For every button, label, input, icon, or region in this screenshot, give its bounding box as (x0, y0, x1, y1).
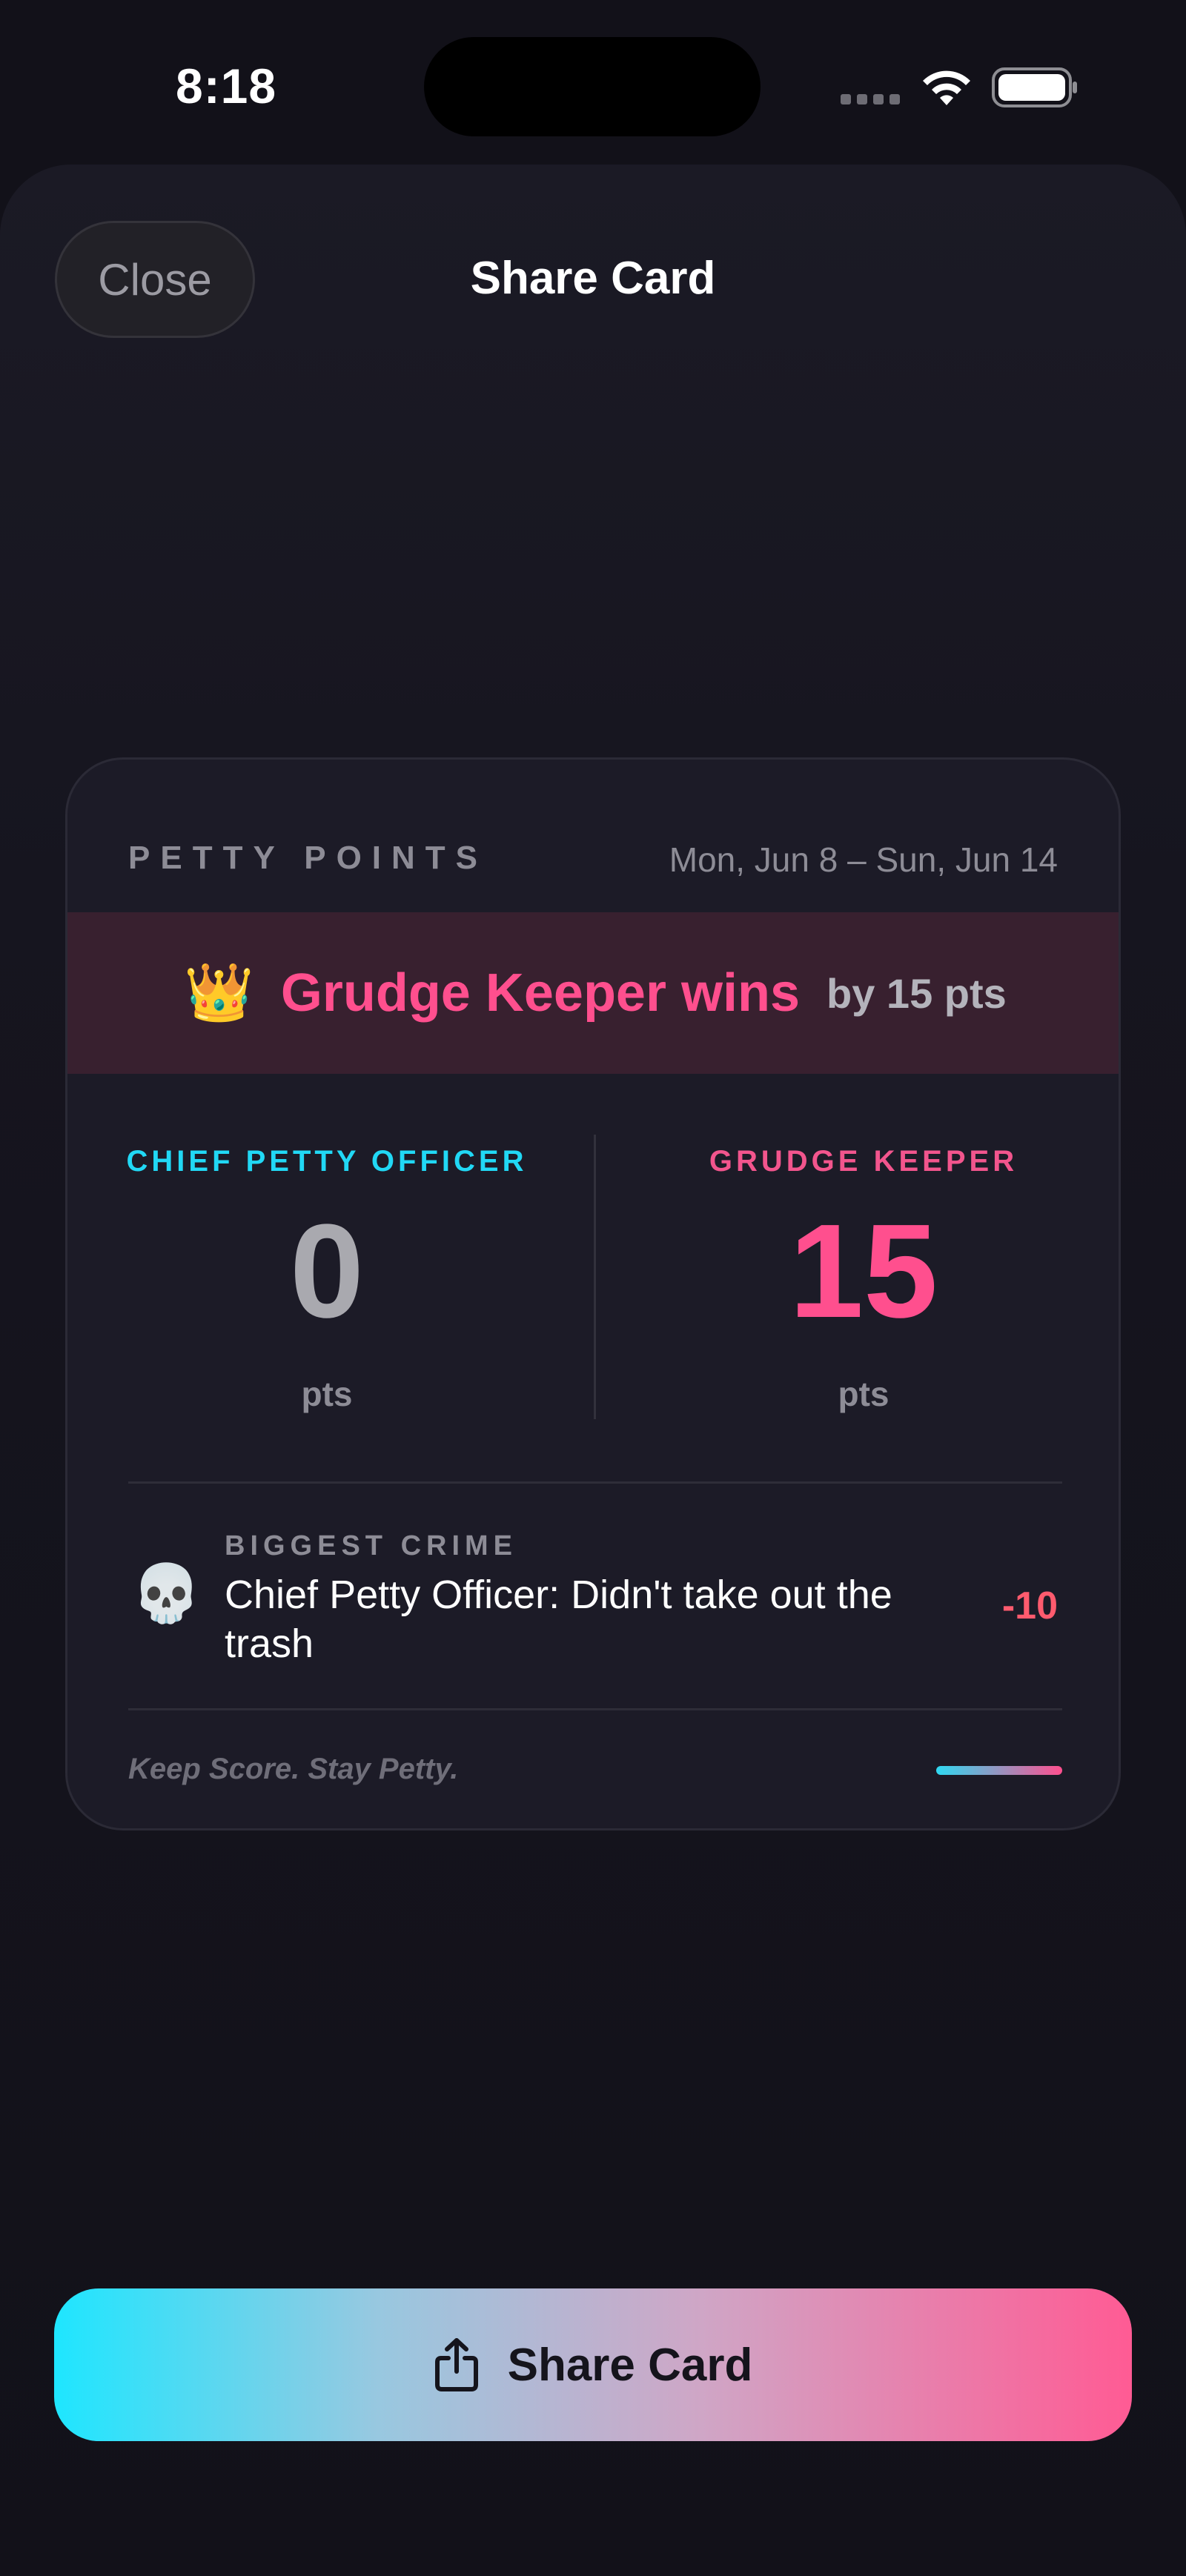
player-score-left: CHIEF PETTY OFFICER 0 pts (90, 1145, 564, 1414)
score-unit: pts (301, 1375, 353, 1413)
winner-banner: 👑 Grudge Keeper wins by 15 pts (67, 912, 1119, 1074)
divider (128, 1481, 1062, 1484)
player-name: CHIEF PETTY OFFICER (126, 1145, 528, 1178)
wifi-icon (923, 70, 970, 105)
biggest-crime-points: -10 (1001, 1584, 1058, 1627)
score-value: 0 (289, 1197, 365, 1346)
date-range: Mon, Jun 8 – Sun, Jun 14 (669, 840, 1058, 879)
dynamic-island (424, 37, 761, 136)
screen: 8:18 Close Share Card PETTY POINTS Mon, … (0, 0, 1186, 2576)
player-name: GRUDGE KEEPER (709, 1145, 1018, 1178)
crown-icon: 👑 (184, 961, 254, 1024)
score-unit: pts (838, 1375, 890, 1413)
sheet-title: Share Card (470, 253, 716, 304)
tagline: Keep Score. Stay Petty. (128, 1753, 459, 1785)
divider (128, 1708, 1062, 1710)
accent-bar (936, 1766, 1062, 1775)
biggest-crime-text: Chief Petty Officer: Didn't take out the… (225, 1573, 892, 1666)
player-score-right: GRUDGE KEEPER 15 pts (626, 1145, 1101, 1414)
share-card: PETTY POINTS Mon, Jun 8 – Sun, Jun 14 👑 … (65, 757, 1121, 1830)
share-card-button[interactable]: Share Card (54, 2288, 1132, 2441)
share-button-label: Share Card (507, 2339, 753, 2391)
win-margin: by 15 pts (826, 969, 1007, 1017)
winner-text: Grudge Keeper wins (280, 963, 801, 1023)
status-time: 8:18 (176, 59, 277, 113)
share-icon (434, 2338, 478, 2391)
biggest-crime-label: BIGGEST CRIME (225, 1530, 518, 1561)
cellular-signal-icon (841, 93, 901, 105)
battery-icon (992, 67, 1077, 107)
score-value: 15 (789, 1197, 938, 1346)
score-divider (594, 1135, 596, 1419)
brand-label: PETTY POINTS (128, 840, 488, 876)
skull-icon: 💀 (131, 1562, 202, 1625)
